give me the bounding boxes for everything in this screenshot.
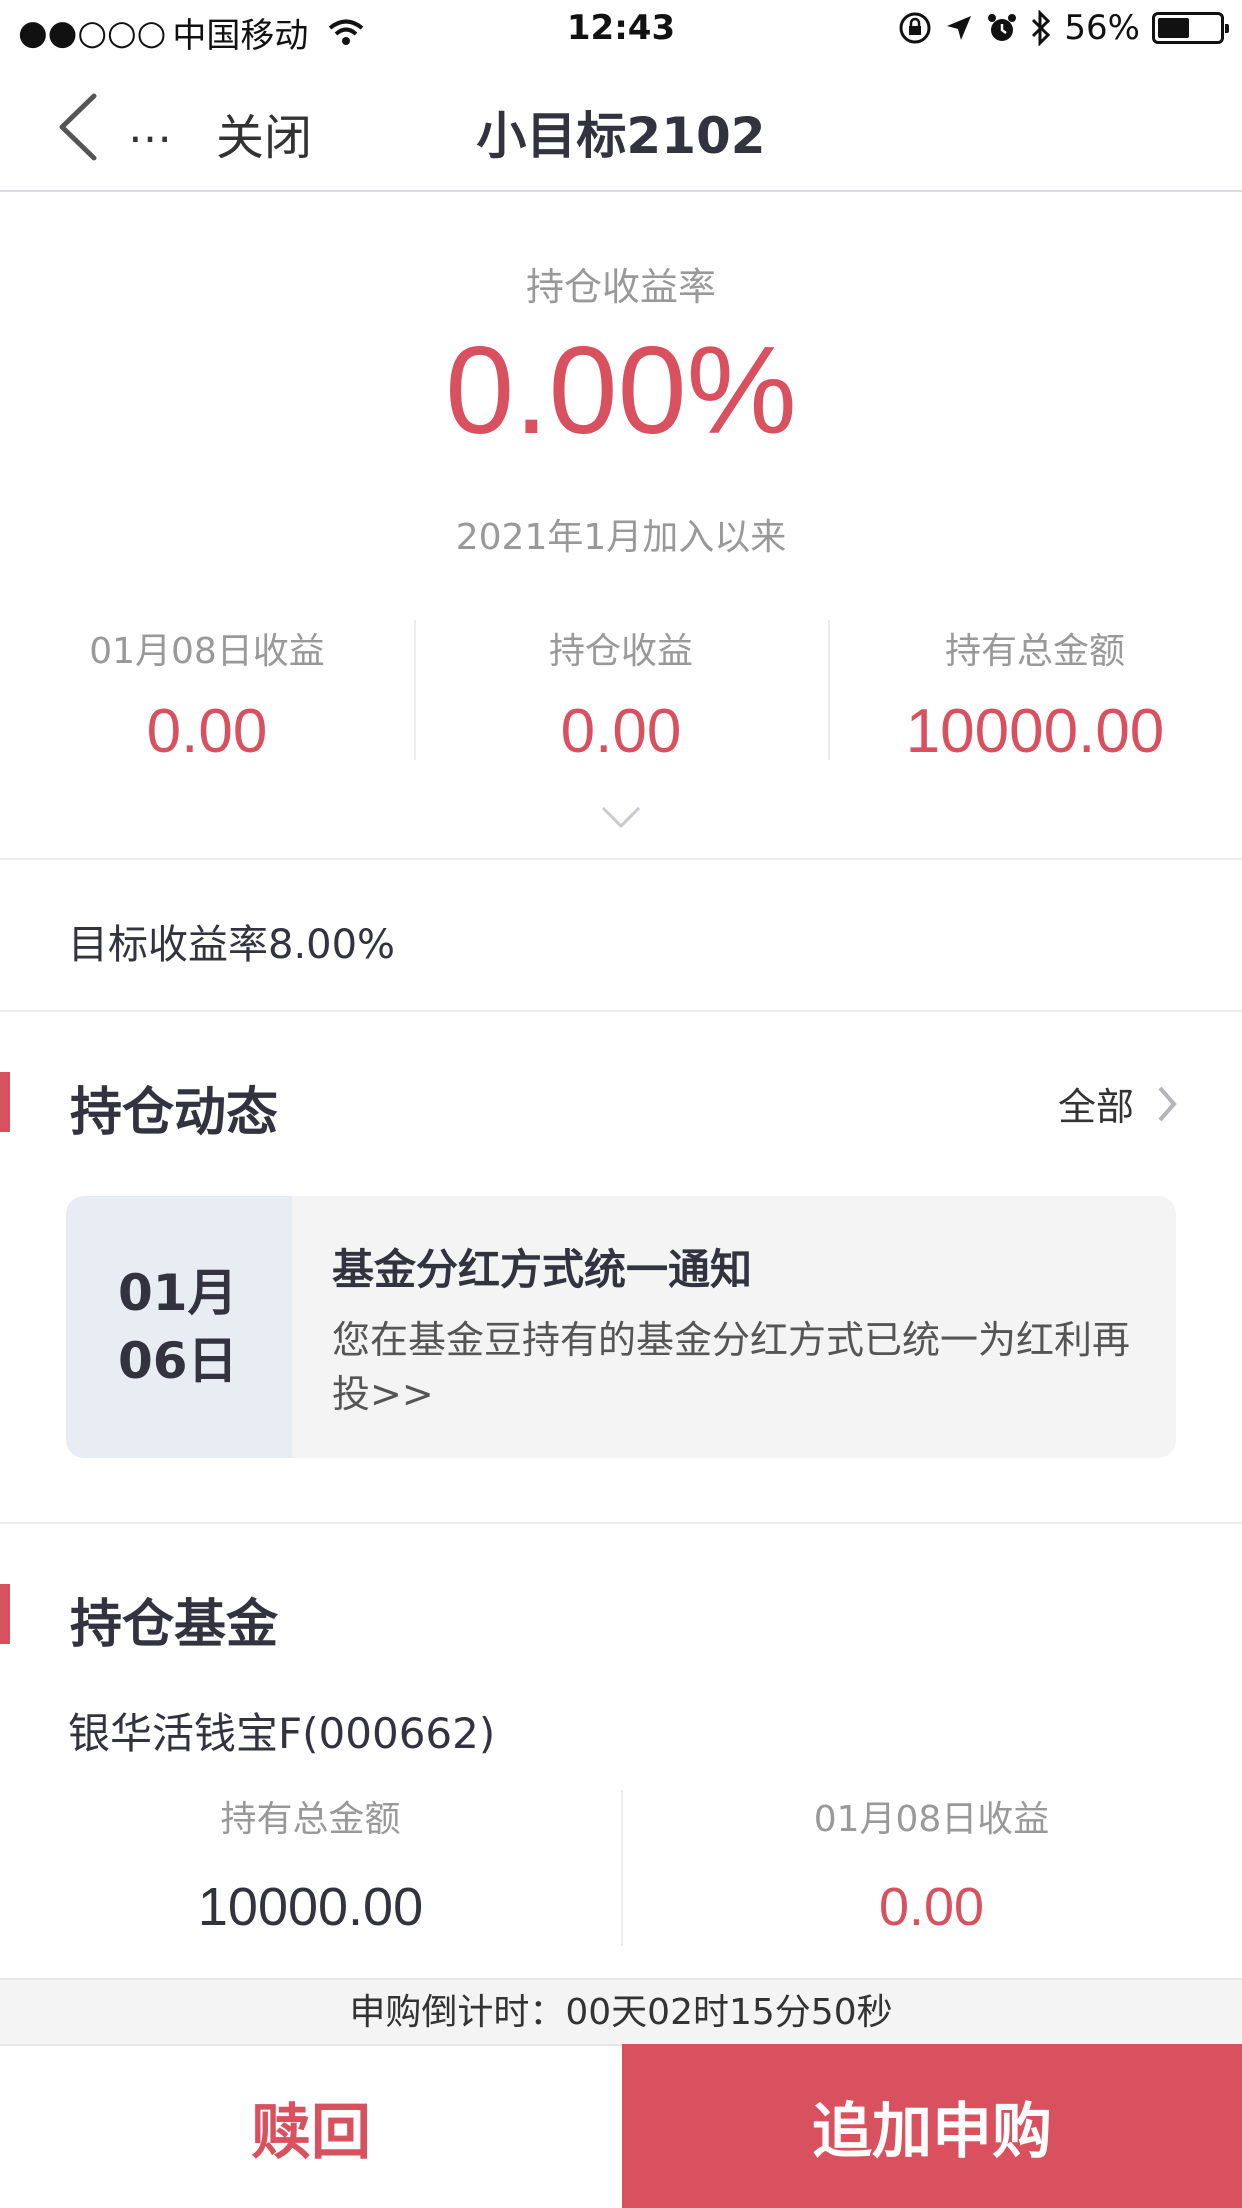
stat-holding-income: 持仓收益 0.00 — [414, 620, 828, 766]
stat-daily-income: 01月08日收益 0.00 — [0, 620, 414, 766]
fund-stat-label: 01月08日收益 — [813, 1799, 1050, 1840]
stat-label: 持仓收益 — [548, 631, 693, 672]
purchase-countdown: 申购倒计时：00天02时15分50秒 — [0, 1978, 1242, 2044]
fund-stat-label: 持有总金额 — [220, 1799, 401, 1840]
bluetooth-icon — [1032, 10, 1051, 46]
section-accent-bar — [0, 1584, 10, 1644]
stat-label: 持有总金额 — [944, 631, 1125, 672]
view-all-label: 全部 — [1057, 1085, 1134, 1129]
stat-value: 10000.00 — [905, 697, 1165, 766]
alarm-icon — [988, 14, 1017, 41]
joined-since-text: 2021年1月加入以来 — [455, 517, 787, 558]
stat-total-amount: 持有总金额 10000.00 — [828, 620, 1242, 766]
redeem-button[interactable]: 赎回 — [0, 2044, 622, 2208]
fund-name[interactable]: 银华活钱宝F(000662) — [68, 1700, 495, 1761]
stat-value: 0.00 — [146, 697, 268, 766]
stat-value: 0.00 — [560, 697, 682, 766]
status-bar: ●●○○○ 中国移动 12:43 56% — [0, 0, 1242, 62]
holding-return-rate-value: 0.00% — [445, 322, 797, 460]
view-all-link[interactable]: 全部 — [1058, 1076, 1178, 1131]
holdings-section-title: 持仓基金 — [70, 1595, 279, 1655]
nav-bar: … 关闭 小目标2102 — [0, 62, 1242, 192]
divider — [0, 1010, 1242, 1012]
news-body: 基金分红方式统一通知 您在基金豆持有的基金分红方式已统一为红利再投>> — [292, 1196, 1176, 1458]
divider — [0, 858, 1242, 860]
add-purchase-button[interactable]: 追加申购 — [622, 2044, 1242, 2208]
fund-stat-total-amount: 持有总金额 10000.00 — [0, 1790, 621, 1940]
chevron-right-icon — [1158, 1086, 1177, 1121]
section-accent-bar — [0, 1072, 10, 1132]
page-title: 小目标2102 — [476, 107, 766, 165]
stat-label: 01月08日收益 — [89, 631, 325, 672]
location-icon — [947, 16, 972, 40]
fund-stat-value: 10000.00 — [197, 1877, 424, 1937]
news-month: 01月 — [118, 1264, 238, 1322]
battery-icon — [1152, 12, 1229, 44]
battery-percent: 56% — [1064, 8, 1140, 48]
status-right: 56% — [898, 8, 1229, 48]
fund-stat-daily-income: 01月08日收益 0.00 — [621, 1790, 1242, 1946]
chevron-down-icon[interactable] — [600, 804, 642, 830]
dynamics-news-card[interactable]: 01月 06日 基金分红方式统一通知 您在基金豆持有的基金分红方式已统一为红利再… — [66, 1196, 1176, 1458]
news-date: 01月 06日 — [66, 1196, 292, 1458]
rotation-lock-icon — [899, 12, 931, 44]
divider — [0, 1522, 1242, 1524]
target-return-rate: 目标收益率8.00% — [68, 922, 396, 968]
bottom-action-bar: 赎回 追加申购 — [0, 2044, 1242, 2208]
news-title: 基金分红方式统一通知 — [332, 1245, 753, 1294]
summary-stats: 01月08日收益 0.00 持仓收益 0.00 持有总金额 10000.00 — [0, 620, 1242, 766]
fund-stat-value: 0.00 — [878, 1877, 985, 1937]
news-day: 06日 — [118, 1332, 238, 1390]
battery-fill — [1158, 18, 1189, 38]
news-text: 您在基金豆持有的基金分红方式已统一为红利再投>> — [332, 1318, 1131, 1416]
fund-stats: 持有总金额 10000.00 01月08日收益 0.00 — [0, 1790, 1242, 1946]
dynamics-section-title: 持仓动态 — [70, 1083, 279, 1143]
holding-return-rate-label: 持仓收益率 — [525, 265, 716, 309]
